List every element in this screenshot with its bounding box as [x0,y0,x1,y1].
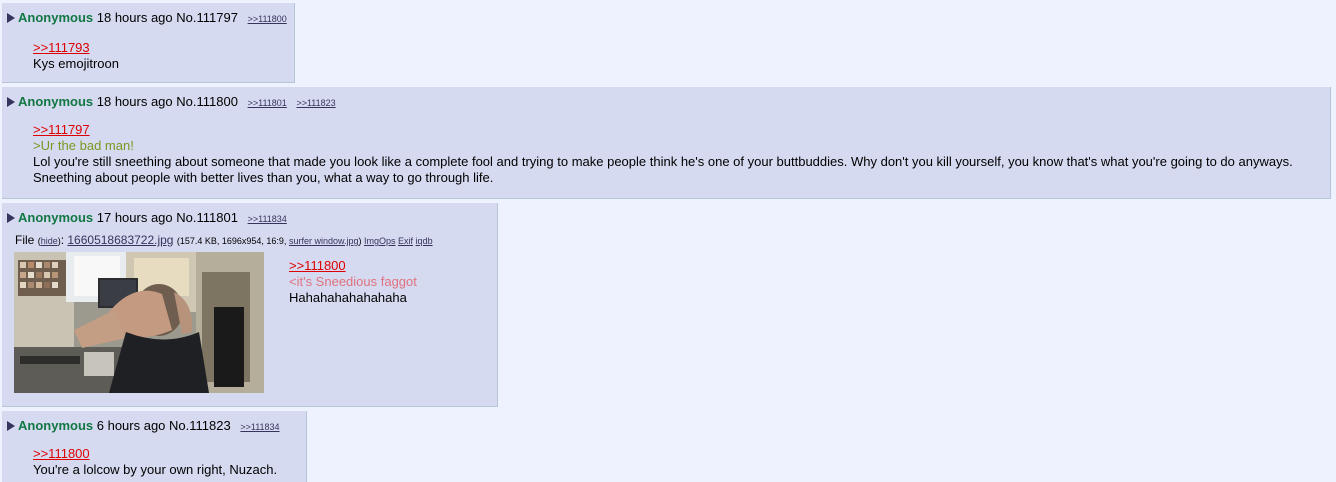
backlink[interactable]: >>111801 [248,98,287,108]
post-number[interactable]: No.111797 [176,10,238,25]
post-time: 18 hours ago [96,10,173,25]
backlink[interactable]: >>111823 [296,98,335,108]
post-number[interactable]: No.111801 [176,210,238,225]
post-111797: Anonymous 18 hours ago No.111797 >>11180… [2,3,295,83]
post-info: Anonymous 17 hours ago No.111801 >>11183… [7,210,287,227]
quote-link[interactable]: >>111800 [33,446,277,462]
backlink[interactable]: >>111834 [248,214,287,224]
file-meta-text: (157.4 KB, 1696x954, 16:9, [176,236,287,246]
post-text-line: You're a lolcow by your own right, Nuzac… [33,462,278,477]
poster-name: Anonymous [18,10,94,25]
post-number[interactable]: No.111800 [176,94,238,109]
post-message: >>111793 Kys emojitroon [33,40,119,72]
hide-link[interactable]: hide [41,236,58,246]
post-111823: Anonymous 6 hours ago No.111823 >>111834… [2,411,307,482]
post-text-line: Hahahahahahahaha [289,290,407,305]
poster-name: Anonymous [18,210,94,225]
iqdb-link[interactable]: iqdb [416,236,433,246]
post-info: Anonymous 18 hours ago No.111797 >>11180… [7,10,287,27]
imgops-link[interactable]: ImgOps [364,236,396,246]
thumbnail-photo [14,252,264,393]
original-filename[interactable]: surfer window.jpg [289,236,359,246]
backlink[interactable]: >>111800 [248,14,287,24]
poster-name: Anonymous [18,94,94,109]
post-menu-arrow-icon[interactable] [7,97,15,107]
post-info: Anonymous 6 hours ago No.111823 >>111834 [7,418,280,435]
poster-name: Anonymous [18,418,94,433]
post-text-line: Lol you're still sneething about someone… [33,154,1293,169]
exif-link[interactable]: Exif [398,236,413,246]
post-info: Anonymous 18 hours ago No.111800 >>11180… [7,94,336,111]
file-meta-end: ) [358,236,362,246]
file-name-link[interactable]: 1660518683722.jpg [67,233,173,247]
file-info: File (hide): 1660518683722.jpg (157.4 KB… [15,233,433,247]
file-label: File [15,233,35,247]
quote-link[interactable]: >>111800 [289,258,417,274]
post-menu-arrow-icon[interactable] [7,13,15,23]
post-text-line: Sneething about people with better lives… [33,170,494,185]
post-message: >>111800 You're a lolcow by your own rig… [33,446,277,478]
pinktext: <it's Sneedious faggot [289,274,417,289]
post-111801: Anonymous 17 hours ago No.111801 >>11183… [2,203,498,407]
post-menu-arrow-icon[interactable] [7,421,15,431]
quote-link[interactable]: >>111797 [33,122,1293,138]
greentext: >Ur the bad man! [33,138,134,153]
quote-link[interactable]: >>111793 [33,40,119,56]
backlink[interactable]: >>111834 [240,422,279,432]
file-meta: (157.4 KB, 1696x954, 16:9, surfer window… [177,236,433,246]
post-111800: Anonymous 18 hours ago No.111800 >>11180… [2,87,1331,199]
image-thumbnail[interactable] [14,252,264,393]
post-time: 17 hours ago [96,210,173,225]
hide-wrapper: (hide) [37,236,61,246]
post-menu-arrow-icon[interactable] [7,213,15,223]
post-message: >>111797 >Ur the bad man! Lol you're sti… [33,122,1293,186]
post-number[interactable]: No.111823 [169,418,231,433]
post-message: >>111800 <it's Sneedious faggot Hahahaha… [289,258,417,306]
post-text-line: Kys emojitroon [33,56,119,71]
post-time: 18 hours ago [96,94,173,109]
post-time: 6 hours ago [96,418,166,433]
